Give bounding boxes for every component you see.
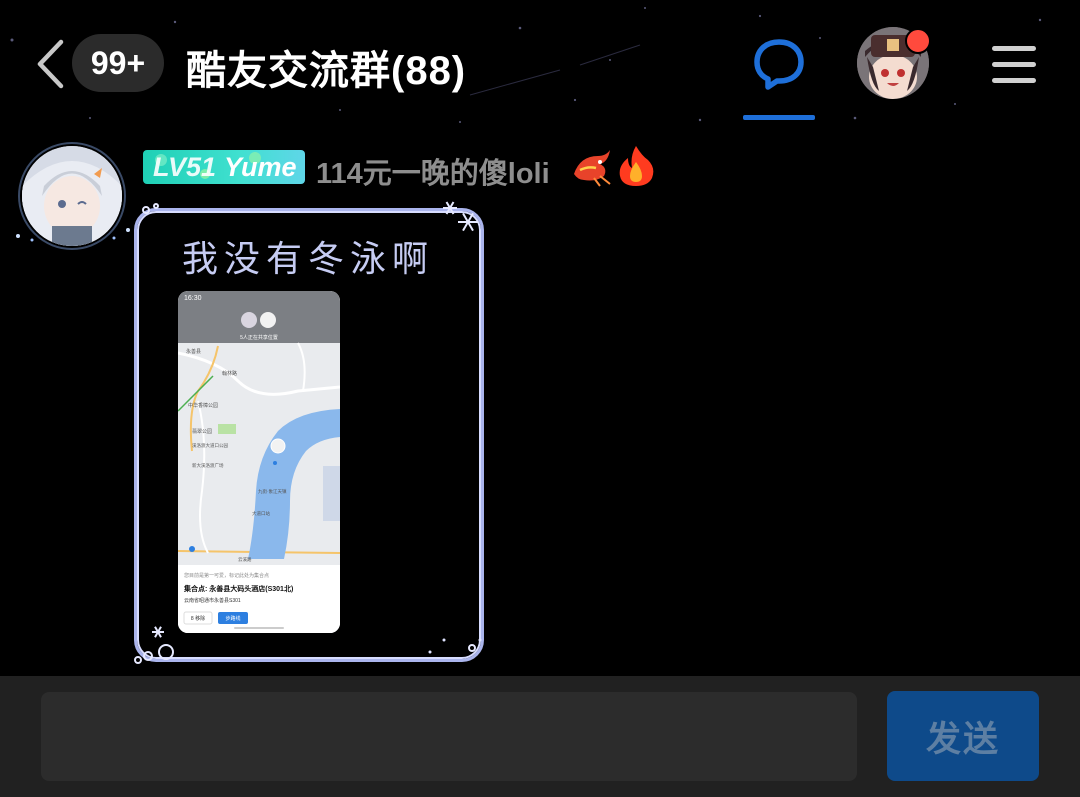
notification-dot [905,28,931,54]
dragon-icon [574,150,611,187]
chevron-left-icon [37,39,64,89]
sender-avatar-frame[interactable] [10,140,135,252]
input-bar: 发送 [0,676,1080,797]
level-text: LV51 Yume [143,150,305,184]
screenshot-route-btn: 步路线 [225,615,240,622]
active-tab-indicator [743,115,815,120]
back-button[interactable] [28,36,72,92]
send-button[interactable]: 发送 [887,691,1039,781]
map-label-6: 新大溪洛渡广场 [192,462,224,469]
message-text: 我没有冬泳啊 [182,239,435,280]
map-label-4: 翡翠公园 [192,428,212,435]
menu-line [992,78,1036,83]
location-share-screenshot: 16:30 5人正在共享位置 翰林路 永善县 中华香樟公园 翡翠公园 溪洛渡大道… [178,291,340,633]
fire-icon [619,146,654,186]
share-label: 5人正在共享位置 [240,334,278,341]
message-input[interactable] [41,692,857,781]
status-time: 16:30 [184,295,202,302]
map-label-8: 大道口站 [252,510,270,517]
level-number: LV51 [153,151,217,182]
screenshot-notice: 您目前是第一可爱，标记此处为集合点 [184,572,269,579]
level-badge: LV51 Yume [143,150,305,184]
meeting-point: 集合点: 永善县大码头酒店(S301北) [183,584,293,593]
screenshot-remove-btn: 8 移除 [191,615,205,622]
menu-line [992,62,1036,67]
unread-count-badge[interactable]: 99+ [72,34,164,92]
shared-image[interactable]: 16:30 5人正在共享位置 翰林路 永善县 中华香樟公园 翡翠公园 溪洛渡大道… [178,291,340,633]
badge-name: Yume [224,151,297,182]
map-label-7: 九街·象江天镇 [258,488,287,495]
chat-bubble-icon [754,39,804,90]
sender-name[interactable]: 114元一晚的傻loli [316,150,550,192]
map-label-2: 永善县 [186,348,201,355]
group-title: 酷友交流群(88) [186,49,467,93]
chat-header: 99+ 酷友交流群(88) [0,0,1080,125]
tab-chat[interactable] [743,28,815,120]
map-label-5: 溪洛渡大道口公园 [192,442,228,449]
map-label-9: 云溪路 [238,556,252,563]
map-label-3: 中华香樟公园 [188,402,218,409]
message-bubble[interactable]: 我没有冬泳啊 16:30 5人正在共享位置 翰林路 永善县 中华香樟公园 翡翠公… [130,200,486,666]
sender-avatar[interactable] [22,146,122,246]
menu-button[interactable] [990,44,1038,86]
meeting-address: 云南省昭通市永善县S301 [184,597,241,604]
sender-avatar-image [22,146,122,246]
hamburger-menu-icon [992,46,1036,51]
map-label-1: 翰林路 [222,370,237,377]
